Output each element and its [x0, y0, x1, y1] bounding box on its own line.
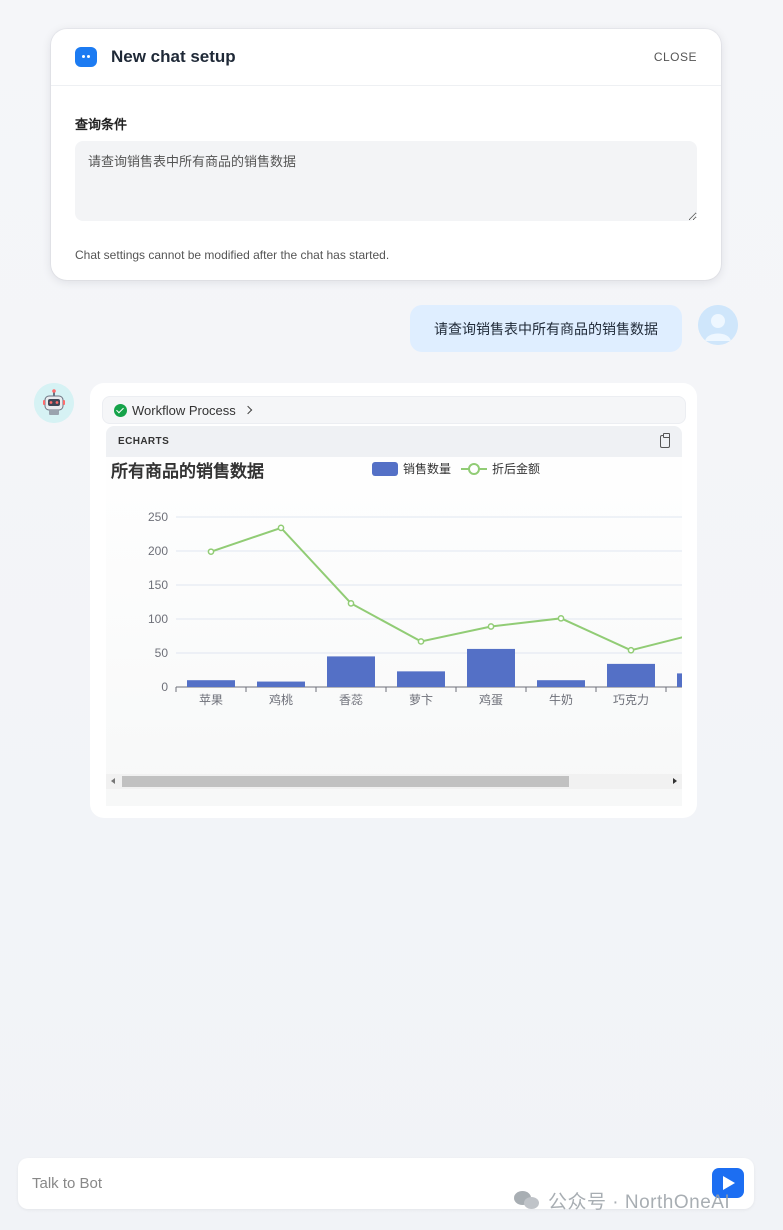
echarts-label: ECHARTS: [118, 436, 170, 447]
bot-avatar: [34, 383, 74, 423]
x-tick-label: 鸡蛋: [479, 692, 503, 707]
bar-series: [187, 648, 682, 687]
line-point: [347, 600, 355, 607]
legend-bar-swatch: [372, 462, 398, 476]
line-path: [210, 526, 682, 652]
copy-clipboard-icon[interactable]: [660, 433, 670, 448]
x-tick-label: 萝卞: [409, 693, 433, 707]
check-circle-icon: [114, 403, 127, 417]
bar: [187, 680, 235, 687]
y-tick-label: 0: [161, 680, 168, 694]
chevron-right-icon: [243, 405, 253, 415]
echarts-header: ECHARTS: [106, 426, 682, 457]
x-tick-label: 苹果: [199, 693, 223, 707]
line-point: [417, 638, 425, 645]
query-field-label: 查询条件: [75, 117, 128, 132]
legend-label[interactable]: 销售数量: [403, 461, 451, 476]
user-avatar-icon: [698, 305, 738, 345]
scroll-left-arrow-icon[interactable]: [111, 778, 115, 784]
bar: [607, 663, 655, 687]
y-tick-label: 50: [155, 646, 169, 660]
setup-header: New chat setup CLOSE: [51, 29, 721, 86]
robot-icon: [34, 383, 74, 423]
setup-note: Chat settings cannot be modified after t…: [75, 248, 390, 262]
legend-line-marker: [468, 463, 480, 475]
user-message-bubble: 请查询销售表中所有商品的销售数据: [410, 305, 682, 352]
line-point: [207, 548, 215, 556]
bar: [537, 680, 585, 687]
query-textarea[interactable]: 请查询销售表中所有商品的销售数据: [75, 141, 697, 221]
user-avatar: [698, 305, 738, 345]
workflow-label: Workflow Process: [132, 402, 236, 418]
x-tick-label: 牛奶: [549, 692, 573, 707]
line-point: [487, 623, 495, 630]
bar: [257, 681, 305, 687]
y-tick-label: 250: [148, 510, 168, 524]
scroll-right-arrow-icon[interactable]: [673, 778, 677, 784]
bot-message-card: Workflow Process ECHARTS 所有商品的销售数据 销售数量 折…: [90, 383, 697, 818]
bar: [327, 656, 375, 687]
x-axis: 苹果 鸡桃 香蕊 萝卞 鸡蛋 牛奶 巧克力: [175, 687, 667, 707]
setup-title: New chat setup: [111, 47, 236, 66]
scrollbar-thumb[interactable]: [122, 776, 569, 787]
x-tick-label: 巧克力: [613, 693, 649, 707]
line-point: [277, 524, 285, 532]
workflow-process-toggle[interactable]: Workflow Process: [102, 396, 686, 424]
y-tick-label: 100: [148, 612, 168, 626]
watermark-text: 公众号 · NorthOneAI: [548, 1192, 731, 1213]
y-tick-label: 200: [148, 544, 168, 558]
x-tick-label: 香蕊: [339, 693, 363, 707]
sales-chart: 所有商品的销售数据 销售数量 折后金额 0 50 100 150 200 250 苹果 鸡桃 香…: [111, 461, 682, 707]
x-tick-label: 鸡桃: [269, 692, 293, 707]
line-point: [557, 614, 565, 622]
chat-setup-card: New chat setup CLOSE 查询条件 请查询销售表中所有商品的销售…: [51, 29, 721, 280]
watermark: 公众号 · NorthOneAI: [514, 1187, 730, 1214]
close-button[interactable]: CLOSE: [654, 50, 697, 64]
bar: [677, 673, 682, 687]
horizontal-scrollbar[interactable]: [106, 774, 682, 789]
chart-legend: 销售数量 折后金额: [372, 461, 540, 476]
legend-label[interactable]: 折后金额: [492, 461, 540, 476]
line-point: [627, 646, 635, 654]
echarts-block: ECHARTS 所有商品的销售数据 销售数量 折后金额 0 50 100 150 200 2…: [106, 426, 682, 806]
bar: [397, 671, 445, 687]
y-tick-label: 150: [148, 578, 168, 592]
wechat-icon: [514, 1190, 540, 1211]
line-series: [207, 524, 682, 654]
bot-chat-icon: [75, 47, 97, 67]
bar: [467, 648, 515, 687]
chart-title: 所有商品的销售数据: [111, 461, 264, 481]
chart-grid: 0 50 100 150 200 250: [148, 510, 682, 694]
